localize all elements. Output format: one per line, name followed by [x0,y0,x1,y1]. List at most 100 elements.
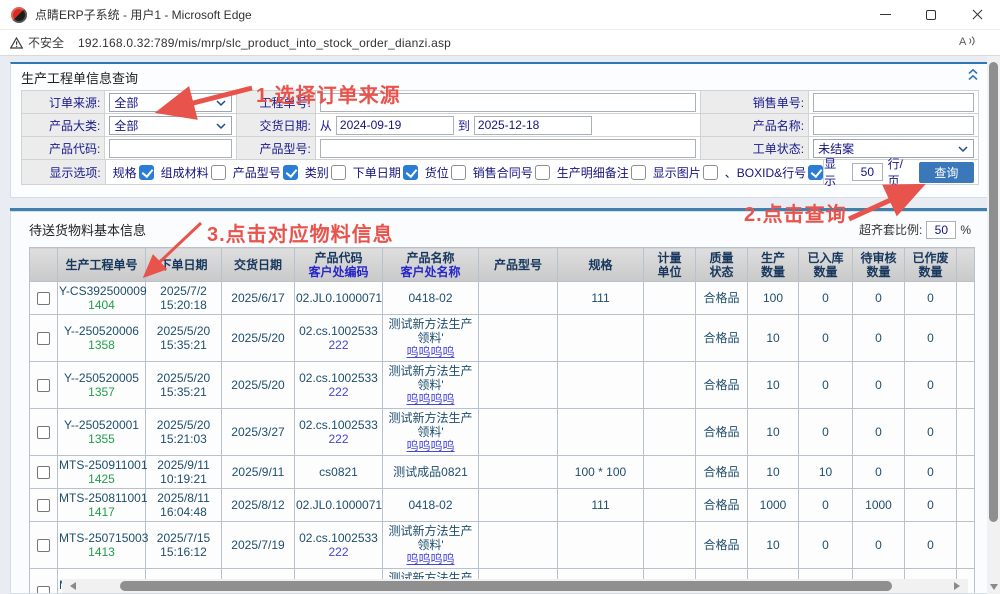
product-code-cell[interactable]: 02.JL0.1000071 [295,489,383,522]
read-aloud-icon[interactable]: A [959,34,976,51]
display-option-checkbox[interactable] [331,165,346,180]
row-checkbox[interactable] [37,379,50,392]
order-number[interactable]: MTS-250715003 [59,531,144,545]
product-code-cell[interactable]: 02.cs.1002533222 [295,315,383,362]
url-text[interactable]: 192.168.0.32:789/mis/mrp/slc_product_int… [78,36,959,50]
row-checkbox[interactable] [37,466,50,479]
order-number-cell[interactable]: Y--2505200011355 [58,409,146,456]
page-size-input[interactable]: 50 [852,163,883,181]
display-option-checkbox[interactable] [211,165,226,180]
delivery-to-input[interactable]: 2025-12-18 [474,116,592,135]
customer-name[interactable]: 呜呜呜呜 [384,392,477,406]
order-number-cell[interactable]: MTS-2508110011417 [58,489,146,522]
scroll-right-arrow-icon[interactable] [954,582,960,590]
customer-code[interactable]: 222 [296,545,381,559]
ratio-input[interactable]: 50 [926,221,956,239]
product-code[interactable]: cs0821 [296,465,381,479]
order-id[interactable]: 1358 [59,338,144,352]
order-id[interactable]: 1417 [59,505,144,519]
product-code[interactable]: 02.JL0.1000071 [296,291,381,305]
product-code-input[interactable] [109,139,231,158]
product-code-cell[interactable]: 02.cs.1002533222 [295,522,383,569]
product-category-select[interactable]: 全部 [109,116,231,135]
order-number[interactable]: MTS-250911001 [59,458,144,472]
close-button[interactable] [954,0,1000,30]
display-option-checkbox[interactable] [808,165,823,180]
project-no-input[interactable] [320,93,696,112]
customer-code[interactable]: 222 [296,432,381,446]
product-code[interactable]: 02.JL0.1000071 [296,498,381,512]
product-name-cell[interactable]: 测试新方法生产领料'呜呜呜呜 [383,522,479,569]
product-name-cell[interactable]: 0418-02 [383,282,479,315]
product-name[interactable]: 测试成品0821 [384,465,477,479]
minimize-button[interactable] [862,0,908,30]
search-button[interactable]: 查询 [919,162,974,183]
product-code[interactable]: 02.cs.1002533 [296,324,381,338]
order-id[interactable]: 1357 [59,385,144,399]
customer-name[interactable]: 呜呜呜呜 [384,552,477,566]
order-number-cell[interactable]: Y-CS3925000091404 [58,282,146,315]
product-name-cell[interactable]: 测试新方法生产领料'呜呜呜呜 [383,409,479,456]
sales-no-input[interactable] [813,93,974,112]
product-name[interactable]: 测试新方法生产领料' [384,524,477,552]
product-model-input[interactable] [320,139,696,158]
product-name-cell[interactable]: 0418-02 [383,489,479,522]
order-number-cell[interactable]: MTS-2507150031413 [58,522,146,569]
customer-name[interactable]: 呜呜呜呜 [384,439,477,453]
row-checkbox[interactable] [37,499,50,512]
product-name[interactable]: 0418-02 [384,498,477,512]
display-option-checkbox[interactable] [403,165,418,180]
scroll-left-arrow-icon[interactable] [70,582,76,590]
order-id[interactable]: 1413 [59,545,144,559]
product-name-cell[interactable]: 测试成品0821 [383,456,479,489]
product-code-cell[interactable]: 02.JL0.1000071 [295,282,383,315]
customer-name[interactable]: 呜呜呜呜 [384,345,477,359]
order-id[interactable]: 1355 [59,432,144,446]
product-code-cell[interactable]: 02.cs.1002533222 [295,409,383,456]
product-code[interactable]: 02.cs.1002533 [296,418,381,432]
order-number[interactable]: Y--250520006 [59,324,144,338]
display-option-checkbox[interactable] [703,165,718,180]
product-name[interactable]: 测试新方法生产领料' [384,364,477,392]
product-code[interactable]: 02.cs.1002533 [296,531,381,545]
row-checkbox[interactable] [37,292,50,305]
product-name-cell[interactable]: 测试新方法生产领料'呜呜呜呜 [383,315,479,362]
order-number[interactable]: Y--250520001 [59,418,144,432]
order-number[interactable]: Y--250520005 [59,371,144,385]
display-option-checkbox[interactable] [631,165,646,180]
product-code[interactable]: 02.cs.1002533 [296,371,381,385]
product-name[interactable]: 测试新方法生产领料' [384,411,477,439]
order-number-cell[interactable]: Y--2505200051357 [58,362,146,409]
vertical-scrollbar-thumb[interactable] [989,62,998,522]
display-option-checkbox[interactable] [283,165,298,180]
vertical-scrollbar[interactable] [987,56,1000,594]
order-status-select[interactable]: 未结案 [813,139,974,158]
display-option-checkbox[interactable] [535,165,550,180]
display-option-checkbox[interactable] [451,165,466,180]
order-number-cell[interactable]: MTS-2509110011425 [58,456,146,489]
order-number[interactable]: Y-CS392500009 [59,284,144,298]
row-checkbox[interactable] [37,426,50,439]
display-option-checkbox[interactable] [139,165,154,180]
order-number[interactable]: MTS-250811001 [59,491,144,505]
order-number-cell[interactable]: Y--2505200061358 [58,315,146,362]
order-id[interactable]: 1404 [59,298,144,312]
product-code-cell[interactable]: cs0821 [295,456,383,489]
row-checkbox[interactable] [37,586,50,594]
customer-code[interactable]: 222 [296,338,381,352]
customer-code[interactable]: 222 [296,385,381,399]
horizontal-scrollbar-thumb[interactable] [120,581,892,591]
row-checkbox[interactable] [37,332,50,345]
order-id[interactable]: 1425 [59,472,144,486]
product-name[interactable]: 0418-02 [384,291,477,305]
collapse-panel-icon[interactable] [967,68,979,86]
scroll-down-arrow-icon[interactable] [990,584,998,590]
product-name-input[interactable] [813,116,974,135]
horizontal-scrollbar[interactable] [62,579,968,593]
product-name-cell[interactable]: 测试新方法生产领料'呜呜呜呜 [383,362,479,409]
maximize-button[interactable] [908,0,954,30]
row-checkbox[interactable] [37,539,50,552]
security-indicator[interactable]: 不安全 [10,34,64,51]
delivery-from-input[interactable]: 2024-09-19 [336,116,454,135]
product-code-cell[interactable]: 02.cs.1002533222 [295,362,383,409]
